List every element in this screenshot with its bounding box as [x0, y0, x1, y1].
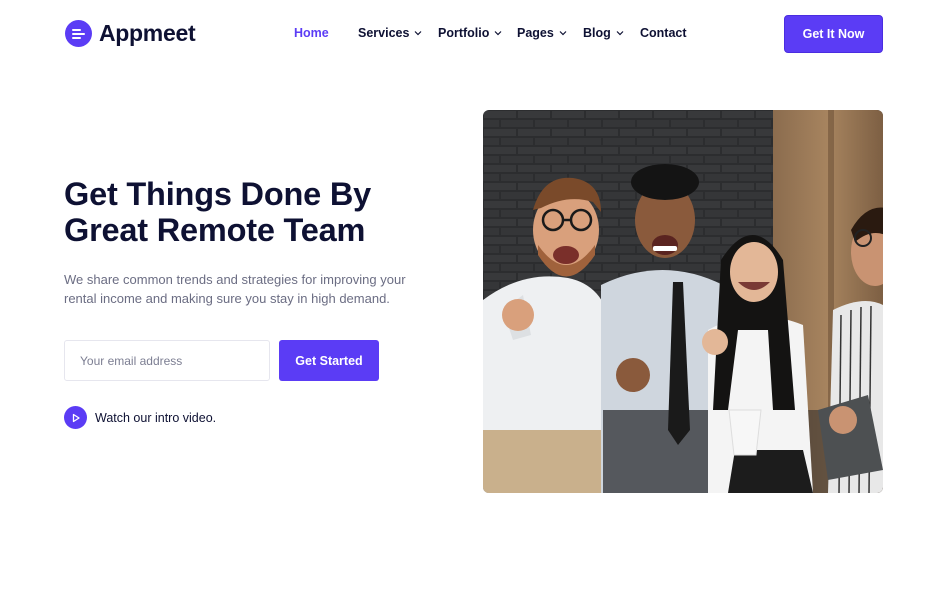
chevron-down-icon	[559, 31, 567, 36]
brand-name: Appmeet	[99, 20, 196, 46]
nav-item-blog[interactable]: Blog	[583, 26, 625, 40]
email-input[interactable]	[64, 340, 270, 381]
nav-item-label: Pages	[517, 26, 554, 40]
brand-logo[interactable]: Appmeet	[65, 20, 196, 47]
nav-item-portfolio[interactable]: Portfolio	[438, 26, 503, 40]
get-it-now-button[interactable]: Get It Now	[784, 15, 883, 53]
nav-item-home[interactable]: Home	[294, 26, 329, 40]
hero-title-line-2: Great Remote Team	[64, 212, 366, 248]
nav-item-label: Portfolio	[438, 26, 490, 40]
nav-item-label: Blog	[583, 26, 611, 40]
landing-page: Appmeet Home Services Portfolio Pages Bl…	[0, 0, 940, 590]
hero-title: Get Things Done By Great Remote Team	[64, 176, 424, 248]
chevron-down-icon	[415, 31, 422, 36]
chevron-down-icon	[494, 31, 502, 36]
hero-title-line-1: Get Things Done By	[64, 176, 371, 212]
chevron-down-icon	[616, 31, 624, 36]
nav-item-services[interactable]: Services	[358, 26, 423, 40]
get-started-button[interactable]: Get Started	[279, 340, 379, 381]
intro-video-label: Watch our intro video.	[95, 410, 217, 425]
nav-item-contact[interactable]: Contact	[640, 26, 687, 40]
intro-video-link[interactable]: Watch our intro video.	[64, 406, 216, 429]
hero-team-photo	[483, 110, 883, 493]
nav-item-label: Home	[294, 26, 329, 40]
logo-icon	[65, 20, 92, 47]
nav-item-label: Contact	[640, 26, 687, 40]
hero-description: We share common trends and strategies fo…	[64, 272, 406, 306]
play-icon	[64, 406, 87, 429]
nav-item-pages[interactable]: Pages	[517, 26, 568, 40]
nav-item-label: Services	[358, 26, 410, 40]
